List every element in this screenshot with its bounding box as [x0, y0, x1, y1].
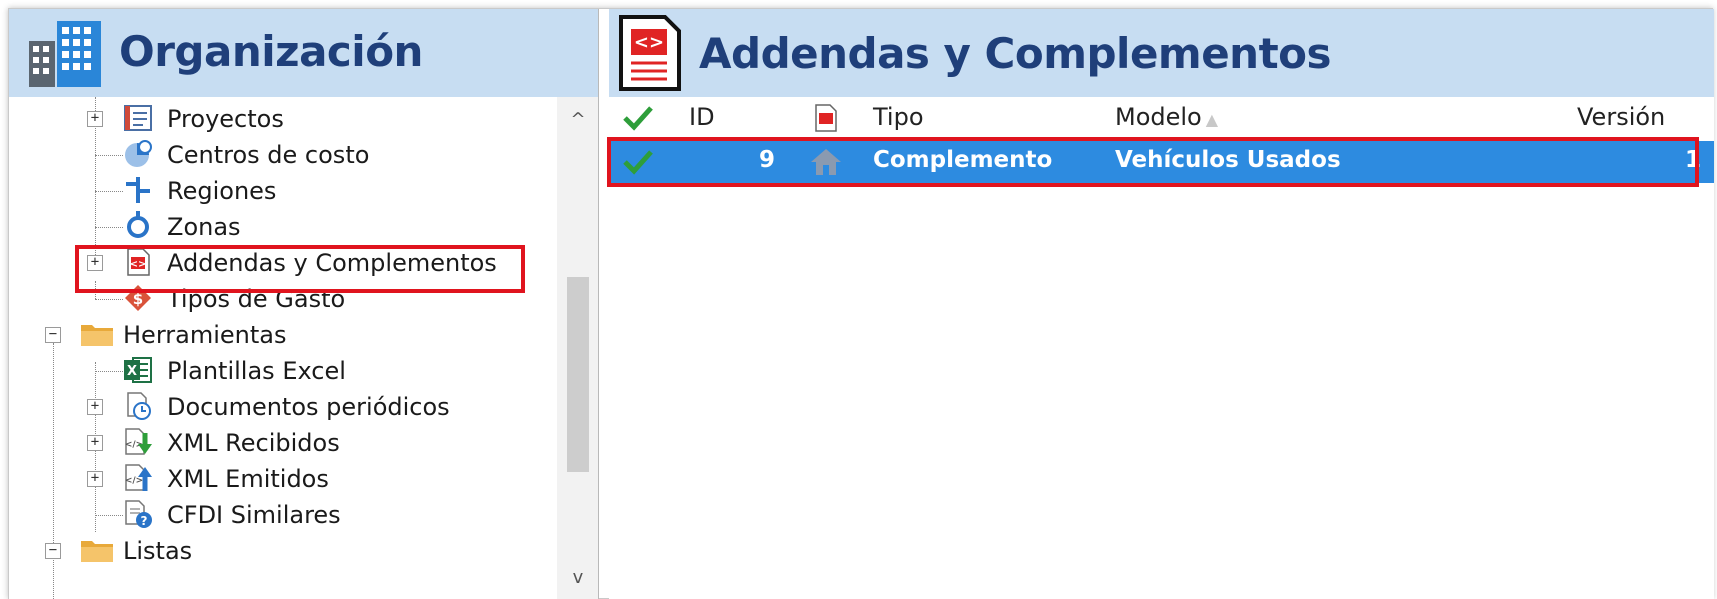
tree-connector [95, 227, 123, 228]
tree-connector [95, 371, 123, 372]
tree-item-label: Herramientas [123, 321, 287, 349]
svg-text:</>: </> [125, 476, 143, 486]
scroll-thumb[interactable] [567, 277, 589, 472]
tree-item-label: XML Emitidos [167, 465, 329, 493]
column-header-label: Modelo [1115, 103, 1202, 131]
tree-item-plantillas-excel[interactable]: X Plantillas Excel [9, 353, 557, 389]
column-header-modelo[interactable]: Modelo ▲ [1115, 103, 1218, 131]
check-icon[interactable] [623, 105, 653, 131]
scroll-down-button[interactable]: v [567, 567, 589, 589]
tree-item-label: Zonas [167, 213, 241, 241]
tree-item-label: Listas [123, 537, 193, 565]
organization-icon [29, 21, 101, 87]
folder-icon [81, 325, 113, 346]
tree-item-label: Proyectos [167, 105, 284, 133]
content-header: <> Addendas y Complementos [609, 9, 1714, 97]
tree-connector [95, 191, 123, 192]
tree-item-label: CFDI Similares [167, 501, 341, 529]
expand-toggle[interactable]: + [87, 399, 103, 415]
scroll-up-button[interactable]: ^ [567, 109, 589, 131]
xml-received-icon: </> [125, 428, 152, 455]
excel-icon: X [124, 357, 152, 383]
grid-header: ID Tipo Modelo ▲ Versión [609, 97, 1714, 139]
cfdi-similar-icon: ? [125, 500, 152, 528]
regions-icon [126, 177, 150, 203]
tree-item-centros-de-costo[interactable]: Centros de costo [9, 137, 557, 173]
column-header-id[interactable]: ID [689, 103, 715, 131]
tree-connector [95, 515, 123, 516]
tree-item-label: Centros de costo [167, 141, 370, 169]
tree-item-label: XML Recibidos [167, 429, 340, 457]
application-window: Organización + Proyectos Centros de cost… [8, 8, 1714, 599]
tree-item-herramientas[interactable]: − Herramientas [9, 317, 557, 353]
collapse-toggle[interactable]: − [45, 327, 61, 343]
navigation-tree: + Proyectos Centros de costo Regiones Zo… [9, 97, 557, 599]
expand-toggle[interactable]: + [87, 471, 103, 487]
content-pane: <> Addendas y Complementos ID Tipo Model… [607, 9, 1714, 599]
navigation-title: Organización [119, 27, 423, 76]
navigation-pane: Organización + Proyectos Centros de cost… [9, 9, 599, 599]
expand-toggle[interactable]: + [87, 435, 103, 451]
tree-connector [95, 155, 123, 156]
tree-item-xml-recibidos[interactable]: + </> XML Recibidos [9, 425, 557, 461]
tree-item-label: Documentos periódicos [167, 393, 450, 421]
tree-item-documentos-periodicos[interactable]: + Documentos periódicos [9, 389, 557, 425]
highlight-box [607, 137, 1699, 187]
content-title: Addendas y Complementos [699, 29, 1332, 78]
sort-ascending-icon: ▲ [1205, 110, 1219, 129]
tree-item-regiones[interactable]: Regiones [9, 173, 557, 209]
tree-connector [95, 299, 123, 300]
column-header-version[interactable]: Versión [1577, 103, 1665, 131]
tree-item-label: Plantillas Excel [167, 357, 346, 385]
svg-text:?: ? [141, 514, 148, 528]
zones-icon [127, 211, 149, 238]
projects-icon [124, 105, 152, 131]
xml-issued-icon: </> [125, 464, 152, 491]
tree-item-cfdi-similares[interactable]: ? CFDI Similares [9, 497, 557, 533]
tree-item-label: Regiones [167, 177, 277, 205]
periodic-docs-icon [127, 392, 151, 420]
navigation-header: Organización [9, 9, 598, 97]
folder-icon [81, 541, 113, 562]
addenda-icon [815, 104, 837, 132]
svg-text:X: X [127, 364, 137, 379]
svg-text:<>: <> [634, 32, 664, 53]
expand-toggle[interactable]: + [87, 111, 103, 127]
tree-item-proyectos[interactable]: + Proyectos [9, 101, 557, 137]
tree-item-xml-emitidos[interactable]: + </> XML Emitidos [9, 461, 557, 497]
tree-item-zonas[interactable]: Zonas [9, 209, 557, 245]
column-header-tipo[interactable]: Tipo [873, 103, 924, 131]
addenda-icon: <> [619, 15, 681, 91]
collapse-toggle[interactable]: − [45, 543, 61, 559]
tree-item-listas[interactable]: − Listas [9, 533, 557, 569]
tree-scrollbar[interactable]: ^ v [557, 97, 598, 599]
highlight-box [75, 245, 525, 293]
cost-center-icon [125, 140, 152, 167]
